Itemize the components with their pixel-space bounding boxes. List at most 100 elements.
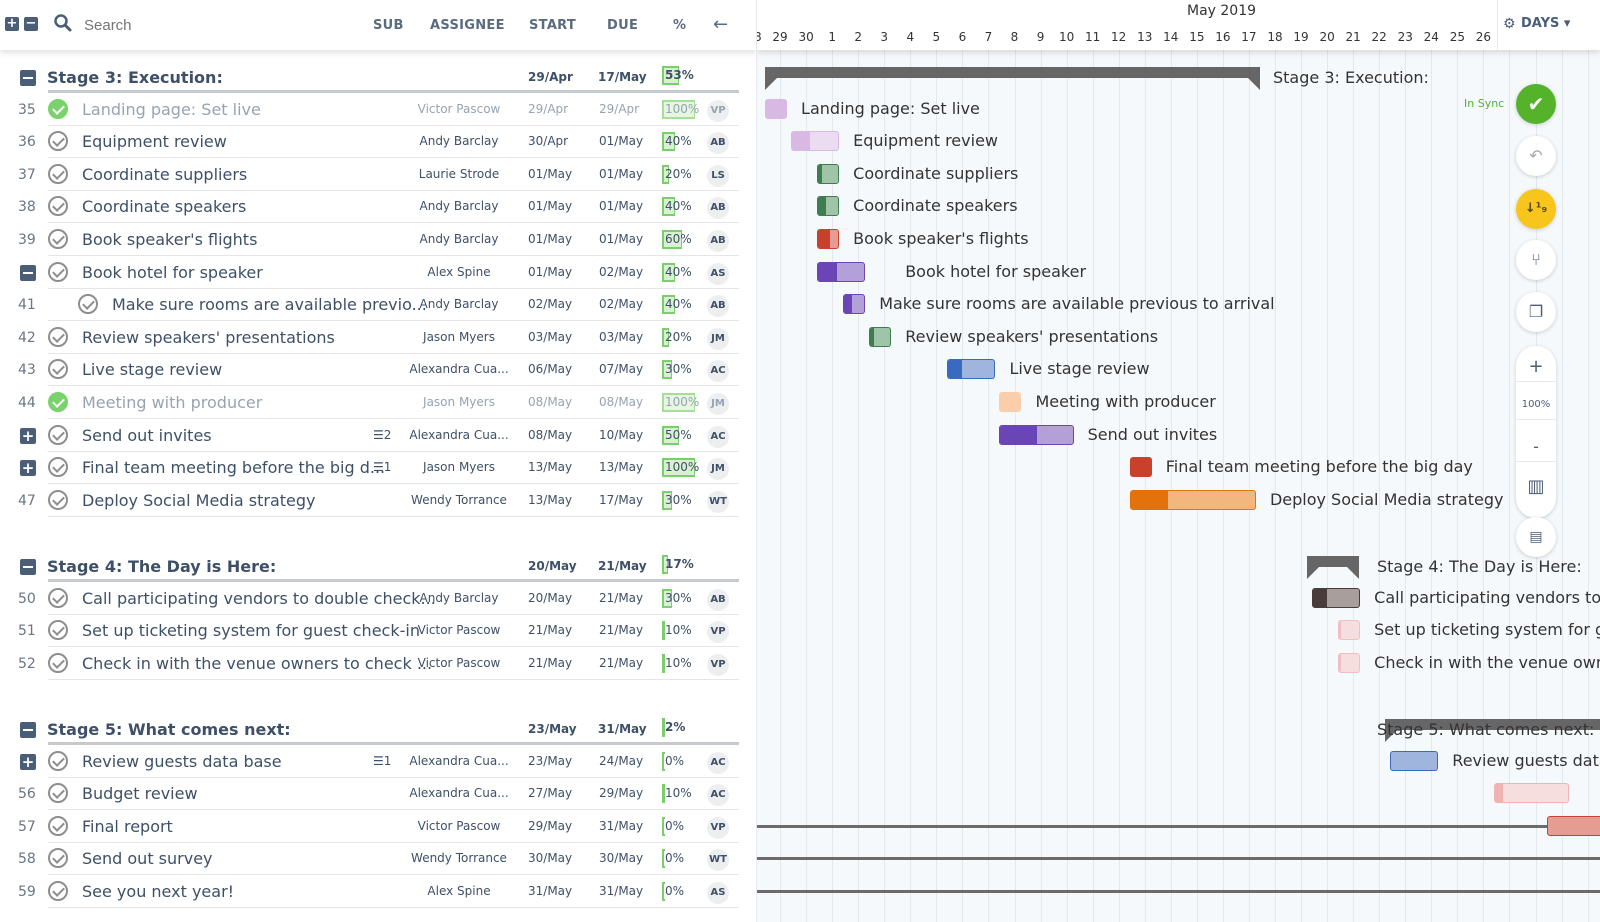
task-start[interactable]: 21/May	[528, 656, 572, 670]
column-header-start[interactable]: START	[529, 18, 576, 33]
task-progress[interactable]: 100%	[662, 458, 699, 478]
task-name[interactable]: Final report	[82, 817, 173, 836]
gantt-task-bar[interactable]	[1338, 620, 1361, 641]
complete-checkbox-icon[interactable]	[48, 392, 68, 412]
assignee-avatar[interactable]: AB	[707, 230, 729, 252]
task-name[interactable]: Review guests data base	[82, 752, 282, 771]
task-name[interactable]: See you next year!	[82, 882, 234, 901]
sync-check-button[interactable]: ✔	[1516, 84, 1556, 124]
task-assignee[interactable]: Andy Barclay	[400, 232, 518, 246]
subtask-count[interactable]: ☰1	[373, 460, 391, 474]
gantt-task-bar[interactable]	[1129, 457, 1152, 478]
task-name[interactable]: Final team meeting before the big d...	[82, 458, 385, 477]
search-icon[interactable]	[53, 13, 73, 33]
task-progress[interactable]: 40%	[662, 197, 695, 217]
task-assignee[interactable]: Jason Myers	[400, 395, 518, 409]
assignee-avatar[interactable]: VP	[707, 99, 729, 122]
complete-checkbox-icon[interactable]	[48, 587, 68, 608]
task-progress[interactable]: 0%	[662, 816, 695, 836]
scale-selector-button[interactable]: ⚙ DAYS ▾	[1497, 0, 1600, 50]
collapse-panel-arrow-icon[interactable]: ←	[713, 14, 728, 35]
gantt-task-bar[interactable]	[1129, 489, 1256, 510]
collapse-stage-button[interactable]	[20, 559, 36, 575]
assignee-avatar[interactable]: JM	[707, 327, 729, 350]
gantt-task-bar[interactable]	[999, 392, 1022, 412]
task-due[interactable]: 01/May	[599, 134, 643, 148]
task-name[interactable]: Check in with the venue owners to check …	[82, 654, 432, 673]
expand-subtasks-button[interactable]: +	[20, 460, 36, 477]
complete-checkbox-icon[interactable]	[48, 783, 68, 804]
task-progress[interactable]: 10%	[662, 621, 695, 641]
task-assignee[interactable]: Alex Spine	[400, 265, 518, 279]
task-name[interactable]: Book hotel for speaker	[82, 263, 263, 282]
assignee-avatar[interactable]: WT	[707, 490, 729, 513]
task-row[interactable]: 51 Set up ticketing system for guest che…	[0, 614, 756, 648]
task-name[interactable]: Send out survey	[82, 849, 213, 868]
task-start[interactable]: 30/Apr	[528, 134, 568, 148]
complete-checkbox-icon[interactable]	[48, 881, 68, 901]
task-row[interactable]: + Send out invites ☰2 Alexandra Cua... 0…	[0, 419, 756, 452]
copy-button[interactable]: ❐	[1516, 292, 1556, 332]
task-assignee[interactable]: Alex Spine	[400, 884, 518, 898]
task-start[interactable]: 03/May	[528, 330, 572, 344]
complete-checkbox-icon[interactable]	[48, 261, 68, 282]
task-due[interactable]: 01/May	[599, 199, 643, 213]
task-start[interactable]: 20/May	[528, 591, 572, 605]
task-due[interactable]: 03/May	[599, 330, 643, 344]
task-start[interactable]: 08/May	[528, 395, 572, 409]
gantt-task-bar[interactable]	[817, 229, 840, 249]
task-due[interactable]: 24/May	[599, 754, 643, 768]
collapse-subtasks-button[interactable]	[20, 264, 36, 281]
task-name[interactable]: Live stage review	[82, 360, 222, 379]
task-start[interactable]: 13/May	[528, 493, 572, 507]
task-progress[interactable]: 30%	[662, 588, 695, 608]
task-row[interactable]: 39 Book speaker's flights Andy Barclay 0…	[0, 223, 756, 256]
task-due[interactable]: 21/May	[599, 591, 643, 605]
branch-button[interactable]: ⑂	[1516, 240, 1556, 280]
task-progress[interactable]: 50%	[662, 425, 695, 445]
task-progress[interactable]: 20%	[662, 164, 695, 184]
task-progress[interactable]: 0%	[662, 751, 695, 771]
complete-checkbox-icon[interactable]	[48, 98, 68, 119]
task-progress[interactable]: 40%	[662, 132, 695, 152]
task-name[interactable]: Coordinate suppliers	[82, 165, 247, 184]
zoom-in-button[interactable]: +	[1516, 352, 1556, 382]
task-name[interactable]: Landing page: Set live	[82, 100, 261, 119]
task-assignee[interactable]: Andy Barclay	[400, 134, 518, 148]
sort-button[interactable]: ↓¹₉	[1516, 189, 1556, 229]
task-row[interactable]: 59 See you next year! Alex Spine 31/May …	[0, 875, 756, 908]
expand-subtasks-button[interactable]: +	[20, 753, 36, 770]
task-due[interactable]: 01/May	[599, 232, 643, 246]
task-start[interactable]: 29/May	[528, 819, 572, 833]
task-row[interactable]: 37 Coordinate suppliers Laurie Strode 01…	[0, 158, 756, 191]
task-assignee[interactable]: Alexandra Cua...	[400, 428, 518, 442]
gantt-task-bar[interactable]	[817, 163, 840, 184]
task-assignee[interactable]: Victor Pascow	[400, 623, 518, 637]
complete-checkbox-icon[interactable]	[48, 489, 68, 510]
collapse-stage-button[interactable]	[20, 70, 36, 86]
complete-checkbox-icon[interactable]	[48, 229, 68, 249]
task-start[interactable]: 23/May	[528, 754, 572, 768]
gantt-task-bar[interactable]	[999, 424, 1074, 445]
task-due[interactable]: 02/May	[599, 265, 643, 279]
gantt-task-bar[interactable]	[1547, 815, 1600, 836]
assignee-avatar[interactable]: AS	[707, 262, 729, 285]
zoom-out-button[interactable]: -	[1516, 432, 1556, 462]
task-assignee[interactable]: Wendy Torrance	[400, 493, 518, 507]
task-progress[interactable]: 30%	[662, 490, 695, 510]
map-view-button[interactable]: ▥	[1516, 472, 1556, 502]
task-name[interactable]: Call participating vendors to double che…	[82, 589, 436, 608]
task-due[interactable]: 29/Apr	[599, 102, 639, 116]
task-assignee[interactable]: Jason Myers	[400, 330, 518, 344]
task-assignee[interactable]: Victor Pascow	[400, 656, 518, 670]
task-due[interactable]: 21/May	[599, 623, 643, 637]
assignee-avatar[interactable]: AC	[707, 784, 729, 807]
stage-row[interactable]: Stage 4: The Day is Here: 20/May 21/May …	[0, 549, 756, 582]
task-row[interactable]: 38 Coordinate speakers Andy Barclay 01/M…	[0, 190, 756, 224]
task-assignee[interactable]: Andy Barclay	[400, 591, 518, 605]
task-progress[interactable]: 100%	[662, 393, 699, 412]
task-due[interactable]: 30/May	[599, 851, 643, 865]
complete-checkbox-icon[interactable]	[48, 652, 68, 673]
task-due[interactable]: 17/May	[599, 493, 643, 507]
task-name[interactable]: Equipment review	[82, 132, 227, 151]
